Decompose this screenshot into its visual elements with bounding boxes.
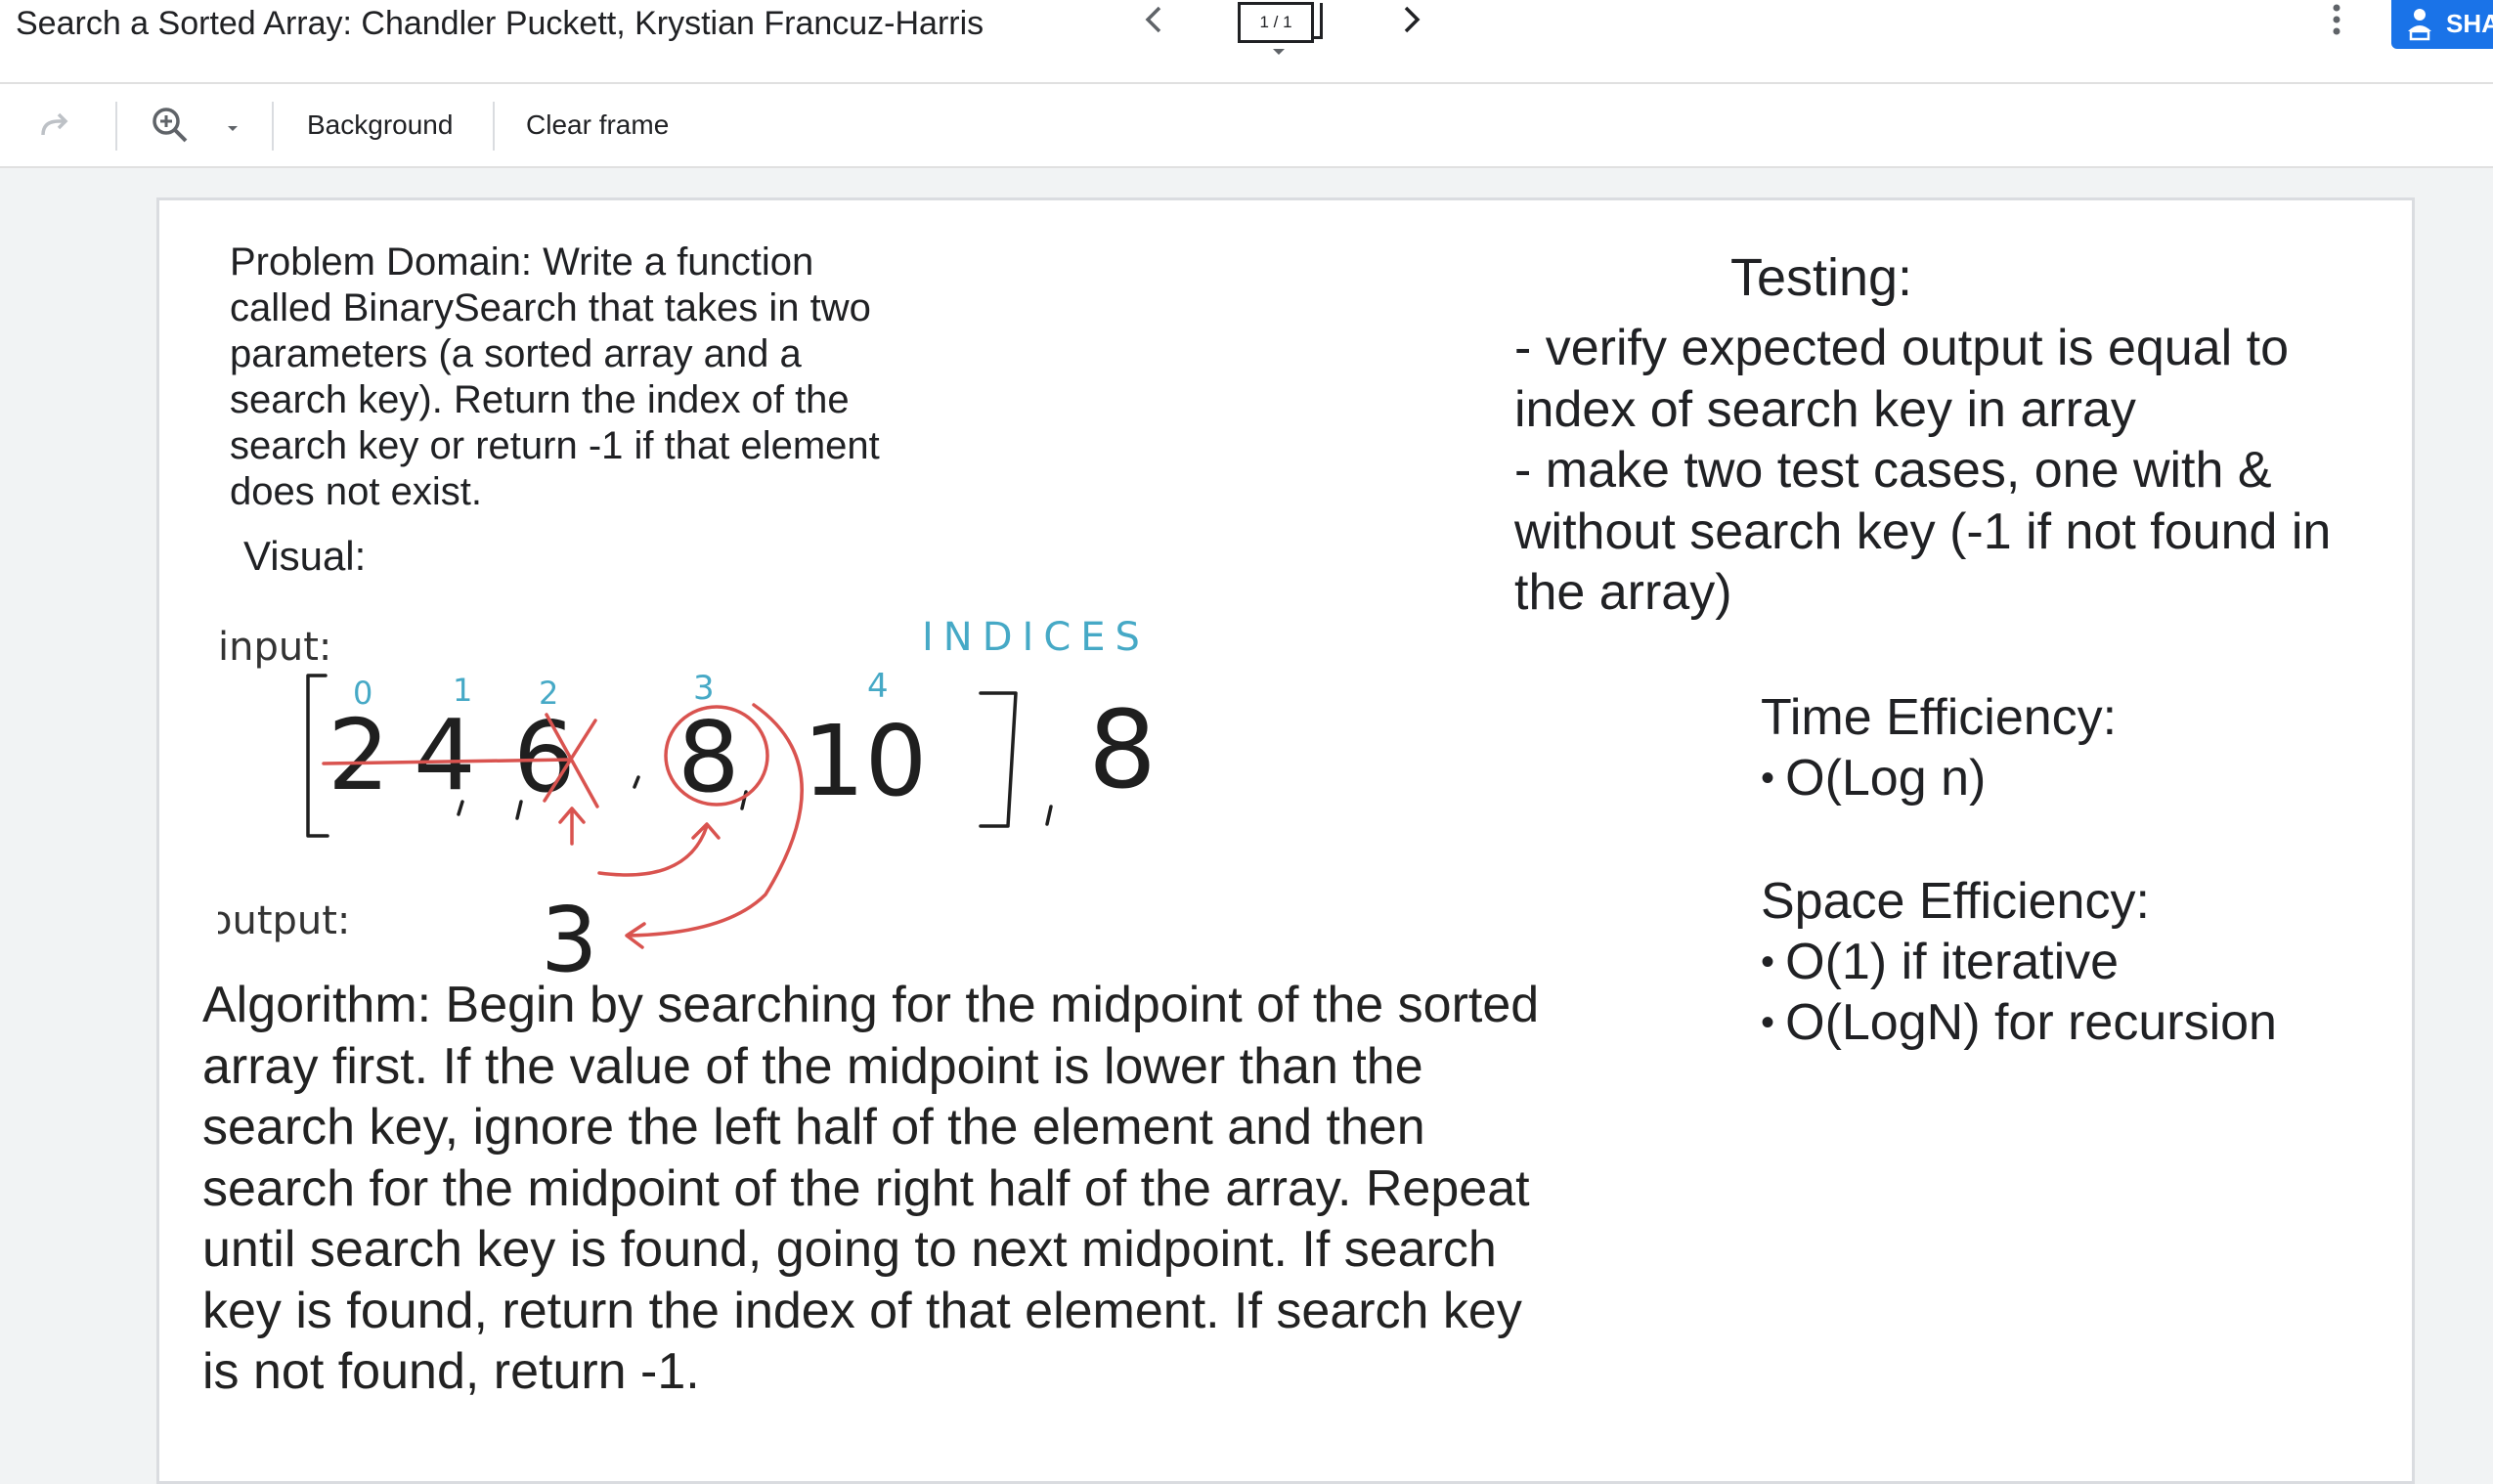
whiteboard-canvas[interactable]: Problem Domain: Write a function called …	[156, 197, 2415, 1484]
toolbar-divider	[115, 102, 117, 151]
array-value: 6	[513, 700, 576, 814]
chevron-left-icon	[1145, 6, 1161, 33]
zoom-dropdown-button[interactable]	[223, 121, 242, 131]
testing-heading: Testing:	[1729, 248, 1913, 307]
search-key-value: 8	[1088, 687, 1157, 812]
redo-button[interactable]	[35, 106, 74, 145]
previous-frame-button[interactable]	[1126, 0, 1181, 43]
array-value: 4	[414, 698, 476, 812]
document-title[interactable]: Search a Sorted Array: Chandler Puckett,…	[16, 0, 984, 47]
share-label: SHA	[2446, 9, 2493, 38]
algorithm-text: Algorithm: Begin by searching for the mi…	[202, 977, 1540, 1400]
problem-domain-text: Problem Domain: Write a function called …	[230, 240, 880, 513]
toolbar: Background Clear frame	[0, 84, 2493, 168]
testing-list: - verify expected output is equal to ind…	[1514, 318, 2394, 624]
index-value: 4	[867, 667, 889, 706]
chevron-right-icon	[1404, 6, 1421, 33]
indices-label: INDICES	[922, 615, 1150, 660]
array-value: 2	[328, 698, 390, 812]
frame-indicator: 1 / 1	[1259, 13, 1292, 31]
toolbar-divider	[272, 102, 274, 151]
redo-icon	[41, 112, 68, 136]
share-button[interactable]: SHA	[2391, 0, 2493, 49]
testing-item: - make two test cases, one with & withou…	[1514, 442, 2332, 621]
time-efficiency-list: O(Log n)	[1761, 748, 2412, 808]
visual-heading: Visual:	[243, 533, 367, 579]
time-efficiency-heading: Time Efficiency:	[1761, 689, 2118, 746]
time-efficiency-block: Time Efficiency: O(Log n)	[1761, 687, 2412, 808]
output-label: output:	[218, 898, 350, 943]
input-label: input:	[218, 625, 331, 670]
person-share-icon	[2408, 9, 2431, 41]
sketch-handwriting: input: INDICES 0 1 2 3 4 2 4 6 8 10 8 ou…	[218, 615, 1157, 982]
zoom-in-icon	[153, 108, 188, 143]
space-efficiency-block: Space Efficiency: O(1) if iterative O(Lo…	[1761, 871, 2412, 1053]
space-efficiency-item: O(1) if iterative	[1761, 932, 2412, 992]
top-bar: Search a Sorted Array: Chandler Puckett,…	[0, 0, 2493, 84]
time-efficiency-item: O(Log n)	[1761, 748, 2412, 808]
testing-item: - verify expected output is equal to ind…	[1514, 320, 2290, 438]
frame-dropdown-caret-icon[interactable]	[1273, 49, 1285, 55]
frame-selector[interactable]: 1 / 1	[1238, 2, 1323, 43]
clear-frame-button[interactable]: Clear frame	[526, 84, 669, 166]
space-efficiency-item: O(LogN) for recursion	[1761, 992, 2412, 1053]
toolbar-divider	[493, 102, 495, 151]
more-options-button[interactable]	[2317, 0, 2356, 43]
more-vert-icon	[2333, 4, 2340, 35]
next-frame-button[interactable]	[1384, 0, 1439, 43]
binary-search-sketch: input: INDICES 0 1 2 3 4 2 4 6 8 10 8 ou…	[218, 615, 1157, 982]
background-button[interactable]: Background	[307, 84, 453, 166]
zoom-button[interactable]	[149, 104, 192, 147]
caret-down-icon	[228, 126, 238, 131]
space-efficiency-list: O(1) if iterative O(LogN) for recursion	[1761, 932, 2412, 1053]
output-value: 3	[541, 888, 598, 982]
array-value: 10	[803, 704, 927, 818]
space-efficiency-heading: Space Efficiency:	[1761, 873, 2150, 930]
